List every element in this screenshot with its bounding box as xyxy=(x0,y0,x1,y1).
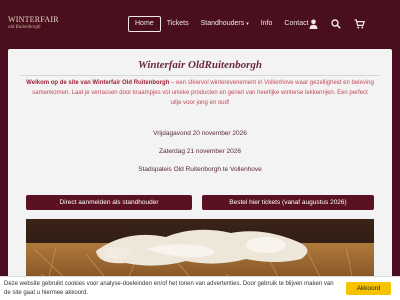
content-card: Winterfair OldRuitenborgh Welkom op de s… xyxy=(8,49,392,300)
nav-standhouders-label: Standhouders xyxy=(200,20,245,27)
nav-info[interactable]: Info xyxy=(255,16,279,32)
logo-sub-text: old Ruitenborgh xyxy=(8,25,41,30)
intro-bold-text: Welkom op de site van Winterfair Old Rui… xyxy=(26,80,170,86)
event-date-saturday: Zaterdag 21 november 2026 xyxy=(158,148,242,155)
logo-main-text: WINTERFAIR xyxy=(8,15,59,24)
intro-paragraph: Welkom op de site van Winterfair Old Rui… xyxy=(26,78,374,108)
nav-home[interactable]: Home xyxy=(128,16,161,32)
cart-icon[interactable] xyxy=(353,18,365,30)
cookie-accept-button[interactable]: Akkoord xyxy=(346,282,391,295)
chevron-down-icon: ▾ xyxy=(246,21,249,27)
user-icon[interactable] xyxy=(307,18,319,30)
order-tickets-button[interactable]: Bestel hier tickets (vanaf augustus 2026… xyxy=(202,195,374,210)
register-standhouder-button[interactable]: Direct aanmelden als standhouder xyxy=(26,195,192,210)
nav-tickets[interactable]: Tickets xyxy=(161,16,195,32)
search-icon[interactable] xyxy=(330,18,342,30)
cookie-banner: Deze website gebruikt cookies voor analy… xyxy=(0,276,400,300)
title-divider xyxy=(20,75,380,76)
site-header: WINTERFAIR old Ruitenborgh Home Tickets … xyxy=(0,0,400,48)
event-location: Stadspaleis Old Ruitenborgh te Vollenhov… xyxy=(138,166,262,173)
main-nav: Home Tickets Standhouders ▾ Info Contact xyxy=(128,16,315,32)
event-date-friday: Vrijdagavond 20 november 2026 xyxy=(153,130,247,137)
page-title: Winterfair OldRuitenborgh xyxy=(138,59,262,71)
site-logo[interactable]: WINTERFAIR old Ruitenborgh xyxy=(8,15,64,31)
nav-standhouders[interactable]: Standhouders ▾ xyxy=(195,16,255,32)
cookie-notice-text: Deze website gebruikt cookies voor analy… xyxy=(4,281,334,296)
